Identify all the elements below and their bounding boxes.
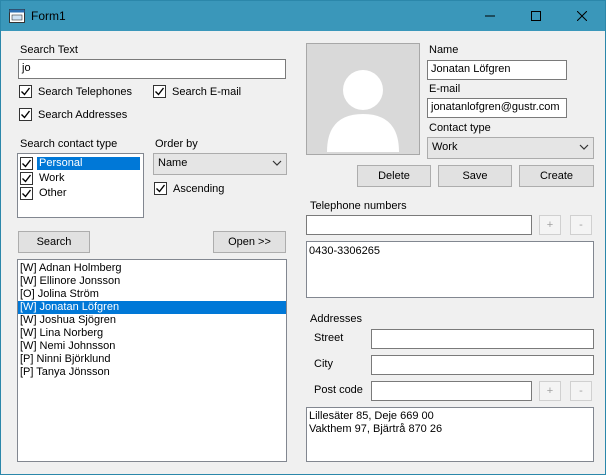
contact-type-value: Work — [432, 141, 458, 153]
post-code-field[interactable] — [371, 381, 532, 401]
remove-telephone-button[interactable]: - — [570, 215, 592, 235]
ascending-checkbox[interactable]: Ascending — [154, 182, 224, 195]
addresses-label: Addresses — [310, 313, 362, 325]
contact-type-item-other[interactable]: Other — [18, 186, 143, 201]
search-button[interactable]: Search — [18, 231, 90, 253]
list-item[interactable]: [W] Adnan Holmberg — [18, 262, 286, 275]
search-input[interactable]: jo — [18, 59, 286, 79]
list-item[interactable]: Vakthem 97, Bjärtrå 870 26 — [307, 423, 593, 436]
email-label: E-mail — [429, 83, 461, 95]
chevron-down-icon — [579, 144, 589, 150]
check-icon — [19, 108, 32, 121]
list-item[interactable]: [P] Ninni Björklund — [18, 353, 286, 366]
avatar-placeholder-icon — [327, 70, 399, 152]
list-item[interactable]: Lillesäter 85, Deje 669 00 — [307, 410, 593, 423]
contact-type-checked-list[interactable]: Personal Work Other — [17, 153, 144, 218]
maximize-button[interactable] — [513, 1, 559, 31]
window-title: Form1 — [31, 9, 66, 23]
street-label: Street — [314, 332, 344, 344]
search-telephones-label: Search Telephones — [38, 85, 132, 98]
remove-address-button[interactable]: - — [570, 381, 592, 401]
address-list[interactable]: Lillesäter 85, Deje 669 00 Vakthem 97, B… — [306, 407, 594, 462]
search-addresses-checkbox[interactable]: Search Addresses — [19, 108, 127, 121]
check-icon — [20, 157, 33, 170]
list-item[interactable]: [W] Lina Norberg — [18, 327, 286, 340]
order-by-value: Name — [158, 157, 188, 169]
contact-type-label: Personal — [37, 157, 140, 170]
name-label: Name — [429, 44, 459, 56]
list-item[interactable]: [O] Jolina Ström — [18, 288, 286, 301]
list-item[interactable]: [W] Joshua Sjögren — [18, 314, 286, 327]
close-icon — [577, 11, 587, 21]
name-field[interactable]: Jonatan Löfgren — [427, 60, 567, 80]
contact-type-item-personal[interactable]: Personal — [18, 156, 143, 171]
create-button[interactable]: Create — [519, 165, 594, 187]
check-icon — [153, 85, 166, 98]
results-list[interactable]: [W] Adnan Holmberg [W] Ellinore Jonsson … — [17, 259, 287, 462]
minimize-icon — [485, 15, 495, 17]
contact-type-field-label: Contact type — [429, 122, 491, 134]
title-bar[interactable]: Form1 — [1, 1, 605, 31]
open-button[interactable]: Open >> — [213, 231, 286, 253]
app-form-icon — [9, 9, 25, 23]
list-item-selected[interactable]: [W] Jonatan Löfgren — [18, 301, 286, 314]
search-text-label: Search Text — [20, 44, 78, 56]
telephone-input[interactable] — [306, 215, 532, 235]
maximize-icon — [531, 11, 541, 21]
telephone-list[interactable]: 0430-3306265 — [306, 241, 594, 298]
avatar — [306, 43, 420, 155]
list-item[interactable]: [P] Tanya Jönsson — [18, 366, 286, 379]
check-icon — [19, 85, 32, 98]
ascending-label: Ascending — [173, 182, 225, 195]
contact-type-item-work[interactable]: Work — [18, 171, 143, 186]
telephone-numbers-label: Telephone numbers — [310, 200, 407, 212]
delete-button[interactable]: Delete — [357, 165, 431, 187]
list-item[interactable]: [W] Ellinore Jonsson — [18, 275, 286, 288]
main-window: Form1 Search Text jo Search Telephones S… — [0, 0, 606, 475]
street-field[interactable] — [371, 329, 594, 349]
email-field[interactable]: jonatanlofgren@gustr.com — [427, 98, 567, 118]
chevron-down-icon — [272, 160, 282, 166]
search-email-label: Search E-mail — [172, 85, 242, 98]
contact-type-label: Other — [39, 187, 67, 199]
search-telephones-checkbox[interactable]: Search Telephones — [19, 85, 132, 98]
form-client-area: Search Text jo Search Telephones Search … — [1, 31, 605, 474]
list-item[interactable]: 0430-3306265 — [307, 245, 593, 258]
save-button[interactable]: Save — [438, 165, 512, 187]
search-email-checkbox[interactable]: Search E-mail — [153, 85, 241, 98]
city-field[interactable] — [371, 355, 594, 375]
post-code-label: Post code — [314, 384, 363, 396]
add-telephone-button[interactable]: + — [539, 215, 561, 235]
list-item[interactable]: [W] Nemi Johnsson — [18, 340, 286, 353]
check-icon — [154, 182, 167, 195]
order-by-label: Order by — [155, 138, 198, 150]
check-icon — [20, 187, 33, 200]
close-button[interactable] — [559, 1, 605, 31]
search-contact-type-label: Search contact type — [20, 138, 118, 150]
contact-type-label: Work — [39, 172, 65, 184]
check-icon — [20, 172, 33, 185]
search-addresses-label: Search Addresses — [38, 108, 128, 121]
add-address-button[interactable]: + — [539, 381, 561, 401]
order-by-select[interactable]: Name — [153, 153, 287, 175]
contact-type-select[interactable]: Work — [427, 137, 594, 159]
city-label: City — [314, 358, 333, 370]
minimize-button[interactable] — [467, 1, 513, 31]
